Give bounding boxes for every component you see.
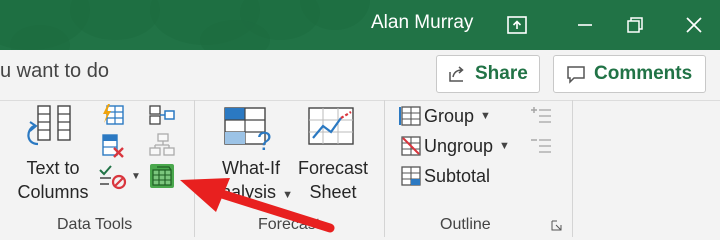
svg-text:?: ?: [257, 126, 271, 156]
close-button[interactable]: [671, 6, 717, 44]
ribbon-display-options-icon: [507, 16, 527, 34]
subtotal-label: Subtotal: [424, 165, 491, 186]
hide-detail-icon: [531, 139, 551, 153]
title-bar: Alan Murray: [0, 0, 720, 50]
ungroup-icon: [398, 134, 424, 158]
data-validation-dropdown-icon[interactable]: ▼: [131, 169, 141, 183]
comments-button[interactable]: Comments: [553, 55, 706, 93]
what-if-analysis-icon: ?: [221, 104, 277, 156]
group-separator: [572, 100, 573, 237]
comment-icon: [567, 66, 585, 84]
restore-icon: [627, 17, 643, 33]
tell-me-search[interactable]: u want to do: [0, 60, 109, 83]
consolidate-icon: [149, 105, 175, 125]
share-label: Share: [475, 63, 528, 84]
forecast-sheet-icon: [305, 104, 361, 156]
flash-fill-icon: [103, 104, 124, 125]
relationships-button[interactable]: [148, 132, 176, 158]
group-label: Group: [424, 105, 475, 126]
text-to-columns-label-1: Text to: [26, 158, 80, 178]
share-button[interactable]: Share: [436, 55, 540, 93]
annotation-arrow: [180, 178, 335, 233]
dialog-launcher-icon: [551, 220, 561, 230]
outline-dialog-launcher[interactable]: [550, 219, 562, 231]
ribbon-divider: [0, 100, 720, 101]
subtotal-button[interactable]: Subtotal: [398, 164, 490, 188]
text-to-columns-label-2: Columns: [17, 182, 89, 202]
show-detail-button[interactable]: [528, 104, 554, 128]
relationships-icon: [149, 133, 175, 156]
consolidate-button[interactable]: [148, 102, 176, 128]
group-icon: [398, 104, 424, 128]
group-button[interactable]: Group ▼: [398, 104, 491, 128]
group-separator: [384, 100, 385, 237]
comments-label: Comments: [594, 63, 693, 84]
close-icon: [686, 17, 702, 33]
ungroup-dropdown-icon: ▼: [499, 140, 510, 152]
user-name[interactable]: Alan Murray: [371, 12, 473, 34]
text-to-columns-icon: [24, 104, 80, 156]
remove-duplicates-icon: [102, 134, 124, 158]
data-tools-group-label: Data Tools: [57, 216, 133, 233]
ungroup-label: Ungroup: [424, 135, 494, 156]
outline-group-label: Outline: [440, 216, 491, 233]
text-to-columns-button[interactable]: Text to Columns: [10, 156, 96, 204]
ribbon-display-options-button[interactable]: [494, 6, 540, 44]
data-validation-icon: [99, 165, 127, 190]
restore-button[interactable]: [612, 6, 658, 44]
remove-duplicates-button[interactable]: [100, 133, 126, 159]
minimize-button[interactable]: [562, 6, 608, 44]
minimize-icon: [578, 24, 592, 26]
ungroup-button[interactable]: Ungroup ▼: [398, 134, 510, 158]
show-detail-icon: [531, 107, 551, 123]
flash-fill-button[interactable]: [100, 103, 126, 127]
group-dropdown-icon: ▼: [480, 110, 491, 122]
hide-detail-button[interactable]: [528, 134, 554, 158]
share-icon: [449, 66, 464, 82]
data-validation-button[interactable]: [97, 163, 129, 191]
subtotal-icon: [398, 164, 424, 188]
